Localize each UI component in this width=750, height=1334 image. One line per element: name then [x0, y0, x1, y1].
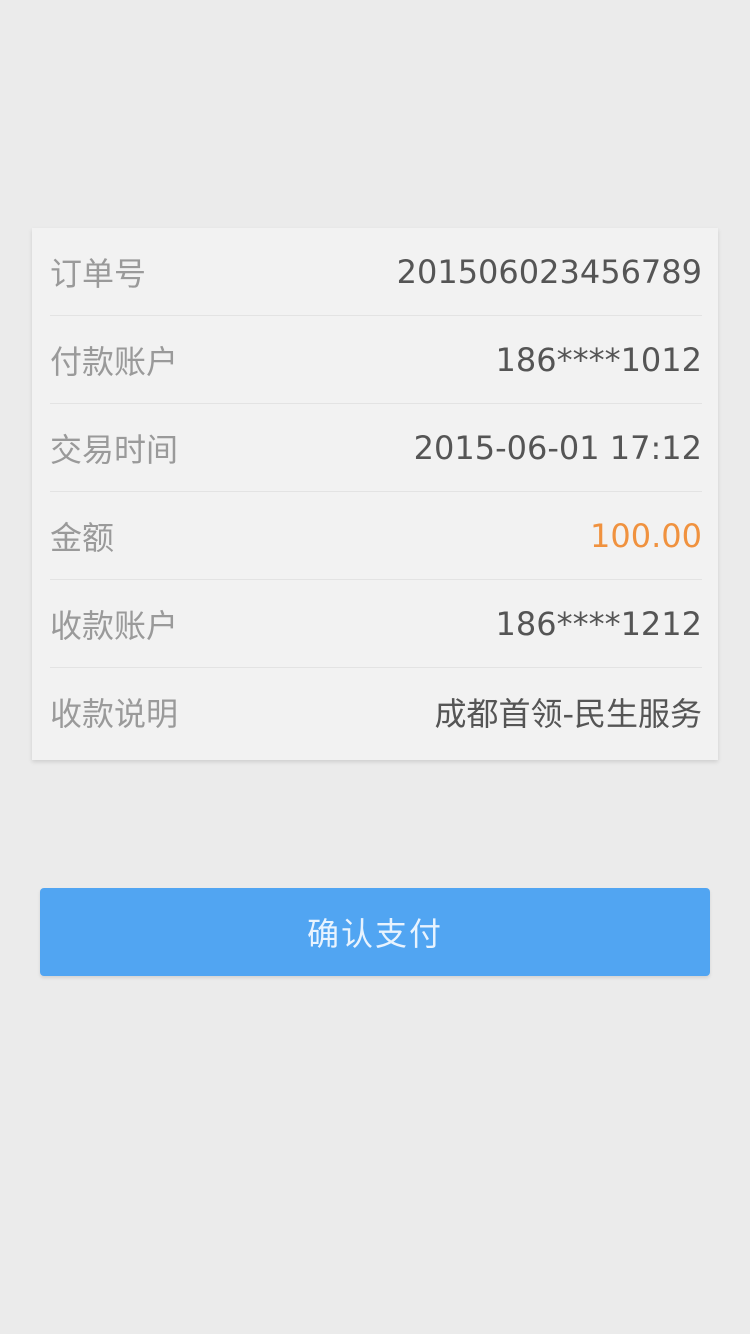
payee-account-value: 186****1212	[495, 604, 702, 643]
transaction-time-label: 交易时间	[50, 430, 179, 469]
payer-account-value: 186****1012	[495, 340, 702, 379]
amount-label: 金额	[50, 518, 115, 557]
payee-account-label: 收款账户	[50, 606, 179, 645]
payment-details-card: 订单号 201506023456789 付款账户 186****1012 交易时…	[32, 228, 718, 760]
detail-row-payee-account: 收款账户 186****1212	[50, 580, 702, 668]
payment-note-value: 成都首领-民生服务	[434, 695, 702, 733]
confirm-payment-button[interactable]: 确认支付	[40, 888, 710, 976]
payment-note-label: 收款说明	[50, 695, 179, 733]
detail-row-payer-account: 付款账户 186****1012	[50, 316, 702, 404]
amount-value: 100.00	[590, 516, 702, 555]
detail-row-payment-note: 收款说明 成都首领-民生服务	[50, 668, 702, 756]
order-number-value: 201506023456789	[396, 252, 702, 291]
payer-account-label: 付款账户	[50, 342, 179, 381]
detail-row-order-number: 订单号 201506023456789	[50, 228, 702, 316]
detail-row-amount: 金额 100.00	[50, 492, 702, 580]
order-number-label: 订单号	[50, 254, 147, 293]
transaction-time-value: 2015-06-01 17:12	[413, 428, 702, 467]
detail-row-transaction-time: 交易时间 2015-06-01 17:12	[50, 404, 702, 492]
